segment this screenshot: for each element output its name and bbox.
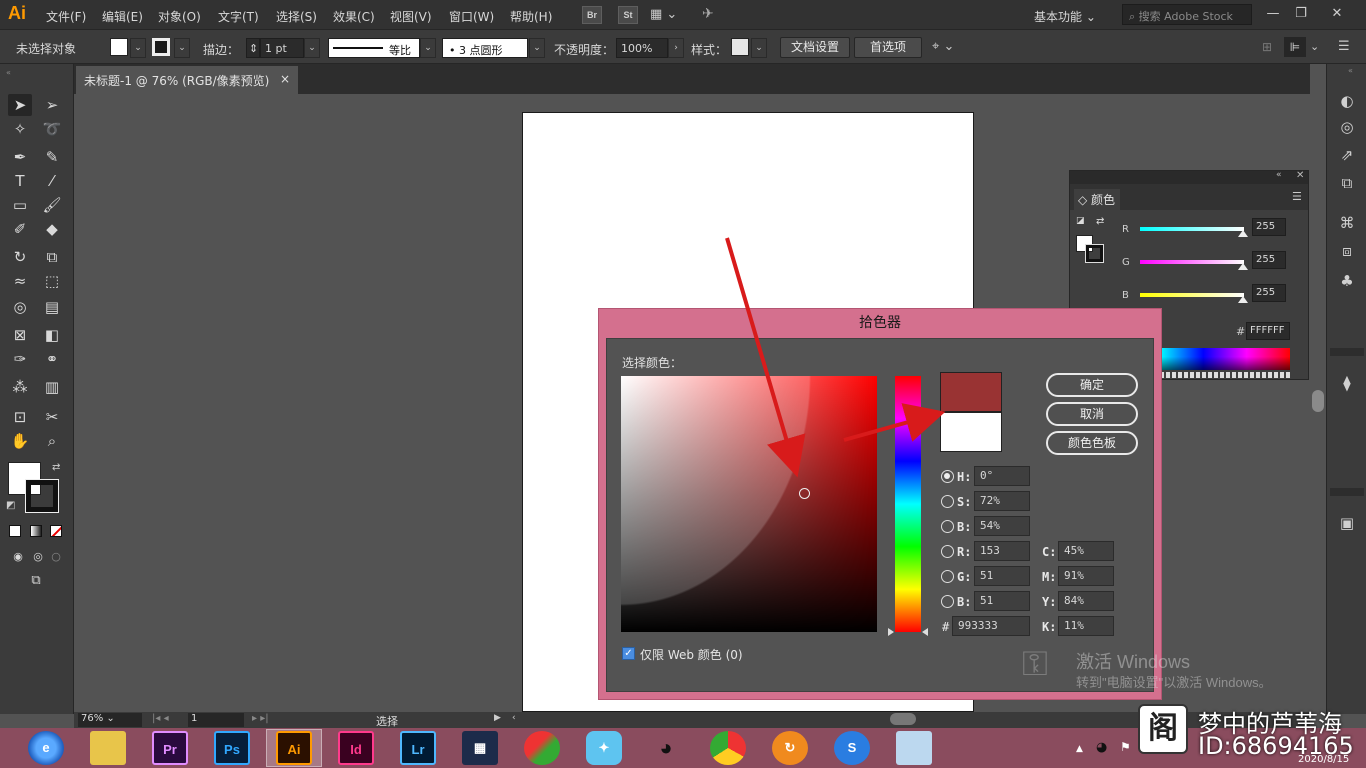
- taskbar-folder-icon[interactable]: [90, 731, 126, 765]
- hscroll-left-icon[interactable]: ‹: [512, 713, 516, 723]
- brand-logo-icon: 阁: [1138, 704, 1188, 754]
- taskbar-indesign-icon[interactable]: Id: [338, 731, 374, 765]
- taskbar-video-icon[interactable]: ▦: [462, 731, 498, 765]
- horizontal-scroll-thumb[interactable]: [890, 713, 916, 725]
- current-tool-status: 选择: [376, 715, 398, 728]
- zoom-value: 76%: [81, 713, 104, 724]
- tray-flag-icon[interactable]: ⚑: [1120, 740, 1131, 754]
- taskbar-illustrator-icon[interactable]: Ai: [276, 731, 312, 765]
- next-page-icon[interactable]: ▸ ▸|: [252, 713, 269, 724]
- page-select[interactable]: 1: [188, 713, 244, 727]
- page-value: 1: [191, 713, 198, 724]
- taskbar-bird-icon[interactable]: ✦: [586, 731, 622, 765]
- taskbar-orange-icon[interactable]: ↻: [772, 731, 808, 765]
- annotation-arrow-right: [843, 403, 946, 442]
- zoom-select[interactable]: 76% ⌄: [78, 713, 142, 727]
- taskbar-lightroom-icon[interactable]: Lr: [400, 731, 436, 765]
- tray-expand-icon[interactable]: ▲: [1076, 744, 1083, 754]
- taskbar-clock-date: 2020/8/15: [1298, 754, 1350, 765]
- key-watermark-icon: ⚿: [1022, 644, 1048, 684]
- taskbar-chrome-icon[interactable]: [710, 731, 746, 765]
- activate-windows-title: 激活 Windows: [1076, 652, 1191, 672]
- annotation-arrow-down: [725, 237, 806, 478]
- activate-windows-subtitle: 转到"电脑设置"以激活 Windows。: [1076, 675, 1272, 690]
- first-page-icon[interactable]: |◂ ◂: [152, 713, 169, 724]
- taskbar-app-icon[interactable]: [524, 731, 560, 765]
- taskbar-browser-icon[interactable]: e: [28, 731, 64, 765]
- taskbar-sogou-icon[interactable]: S: [834, 731, 870, 765]
- taskbar-photoshop-icon[interactable]: Ps: [214, 731, 250, 765]
- taskbar-premiere-icon[interactable]: Pr: [152, 731, 188, 765]
- taskbar-qq-icon[interactable]: ◕: [648, 731, 684, 765]
- status-menu-arrow-icon[interactable]: ▶: [494, 713, 501, 723]
- taskbar-notes-icon[interactable]: [896, 731, 932, 765]
- tray-qq-icon[interactable]: ◕: [1096, 740, 1107, 755]
